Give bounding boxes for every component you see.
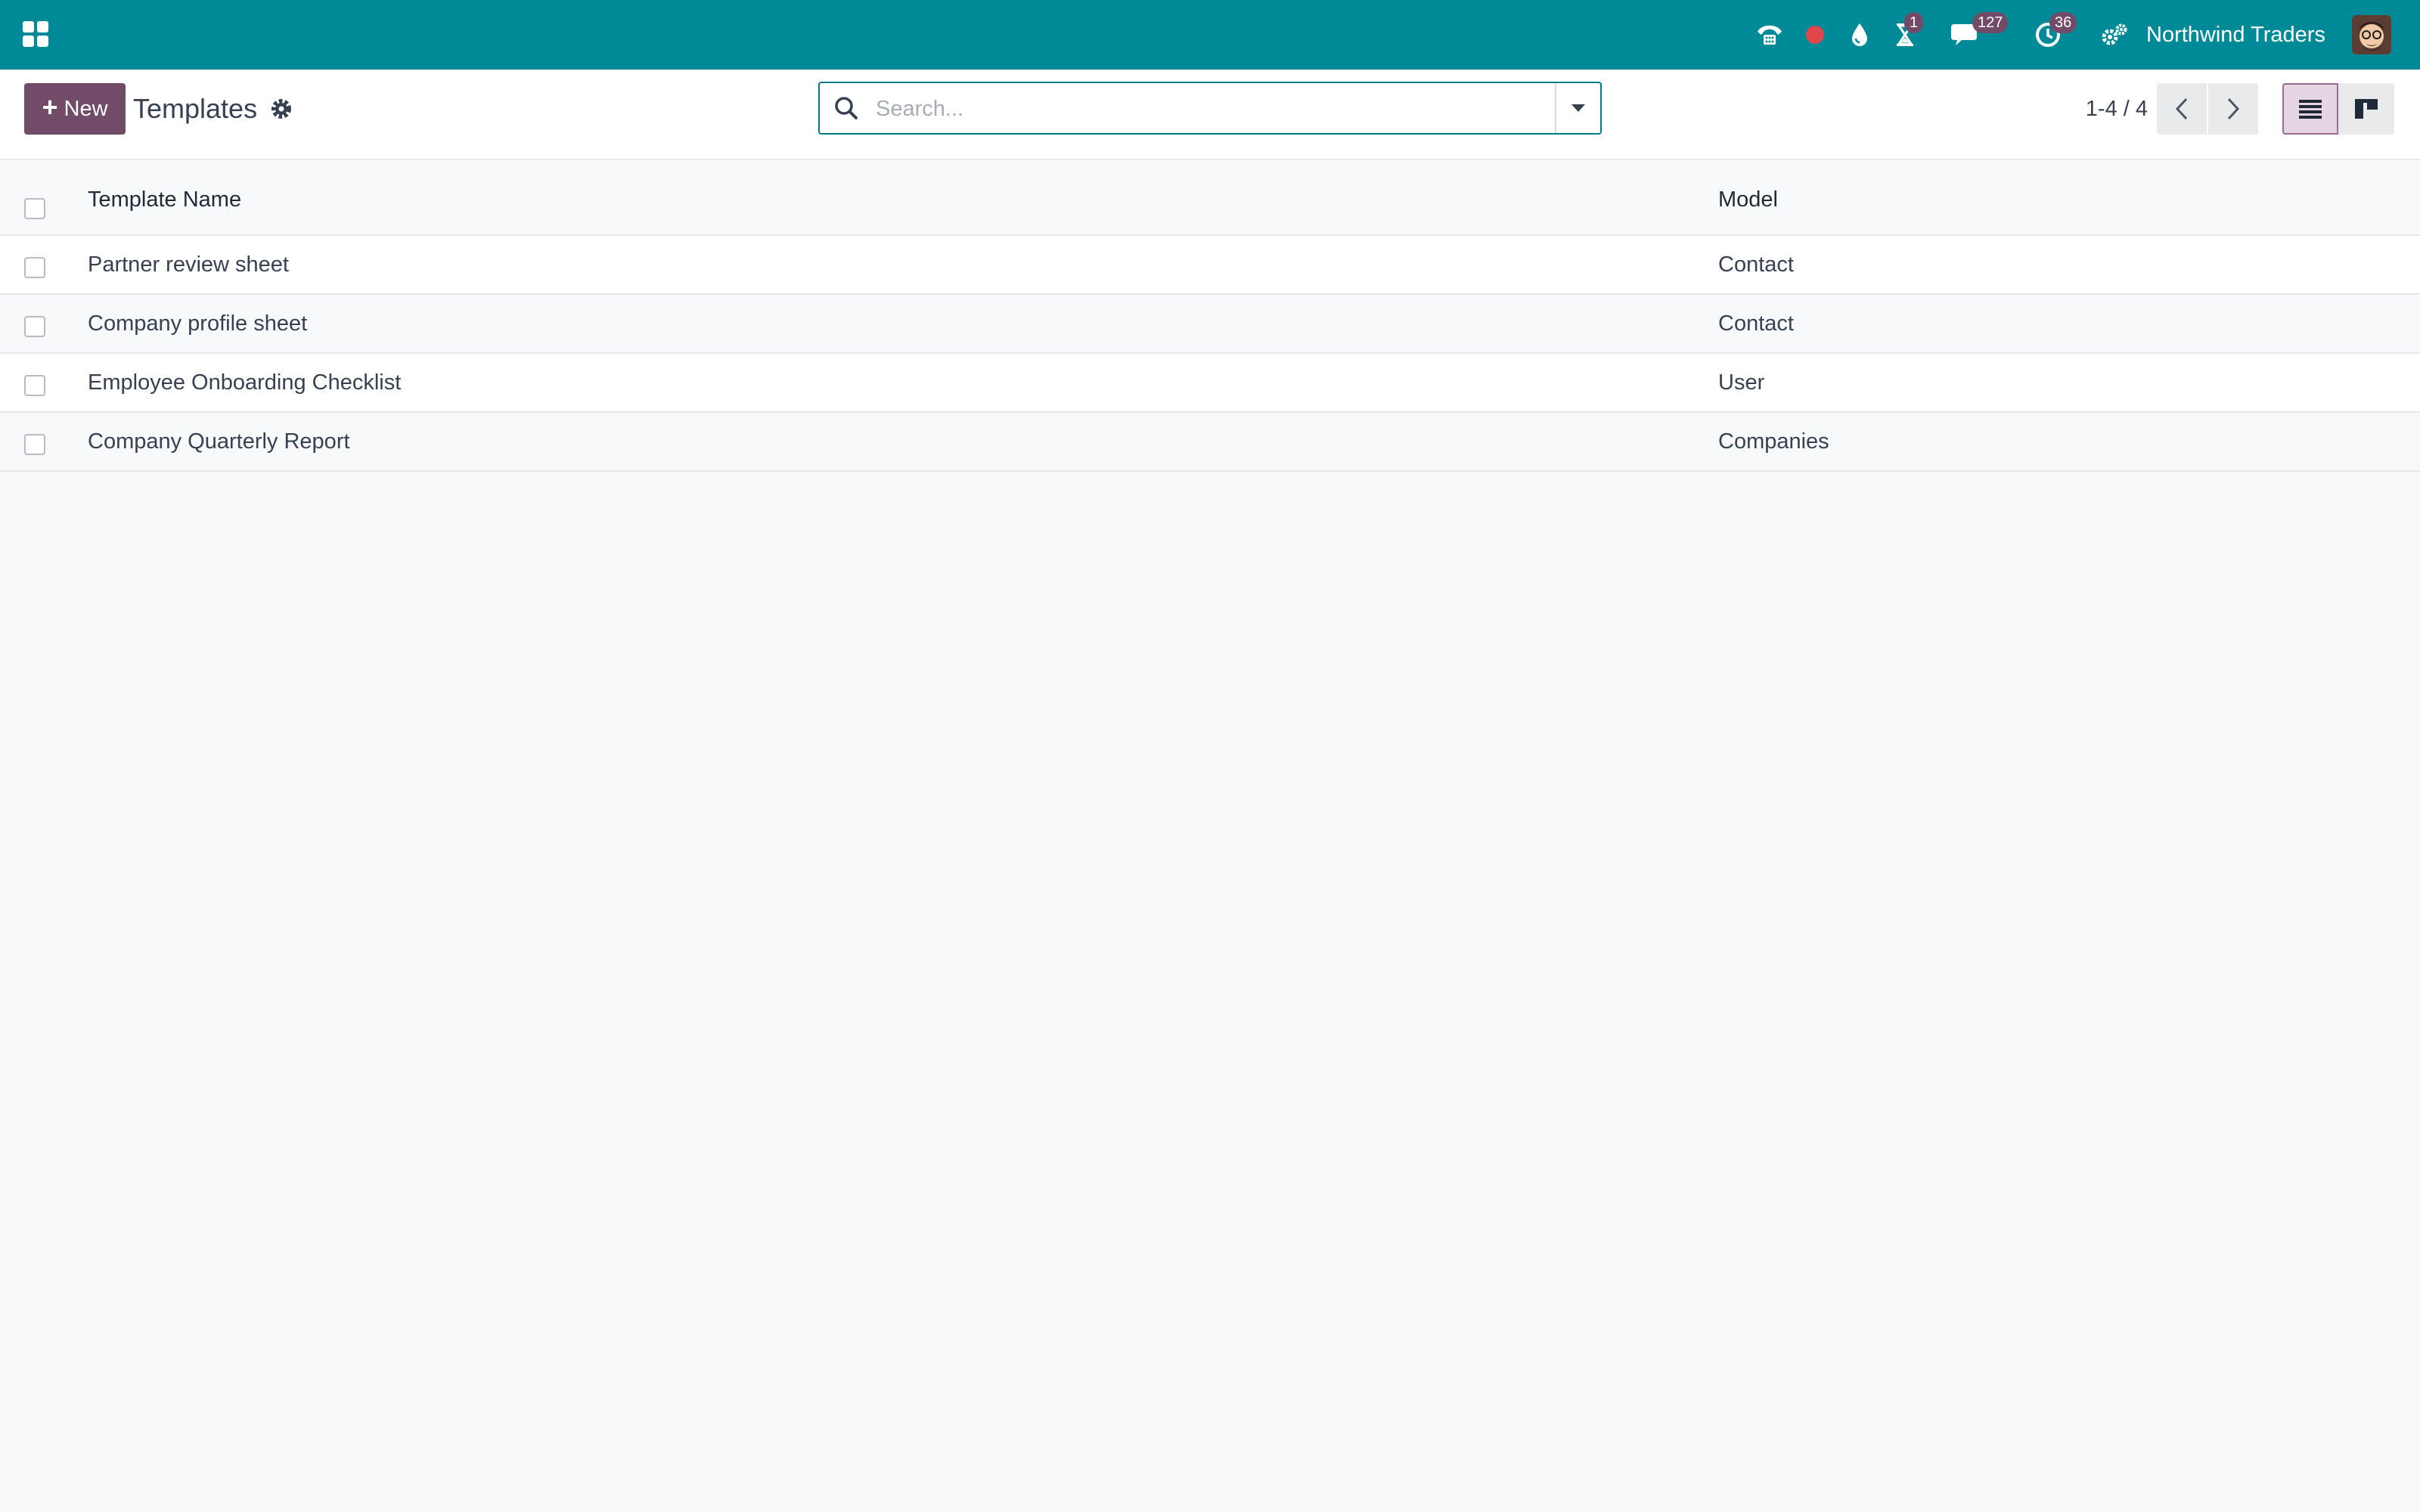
hourglass-icon[interactable]	[1892, 0, 1918, 70]
kanban-view-icon	[2355, 99, 2378, 119]
column-header-model[interactable]: Model	[1718, 187, 1778, 212]
chevron-right-icon	[2227, 98, 2240, 120]
row-checkbox[interactable]	[24, 434, 45, 455]
template-name-cell: Employee Onboarding Checklist	[88, 370, 402, 395]
search-options-toggle[interactable]	[1555, 83, 1600, 133]
user-avatar[interactable]	[2352, 15, 2391, 54]
table-row[interactable]: Partner review sheet Contact	[0, 236, 2420, 295]
column-header-template-name[interactable]: Template Name	[88, 187, 241, 212]
template-name-cell: Partner review sheet	[88, 253, 289, 277]
search-bar	[818, 82, 1602, 135]
control-panel: + New Templates 1-4 / 4	[0, 70, 2420, 160]
search-icon	[833, 95, 859, 121]
settings-cogs-icon[interactable]	[2099, 0, 2130, 70]
row-checkbox[interactable]	[24, 257, 45, 278]
list-view-button[interactable]	[2282, 83, 2338, 135]
new-button[interactable]: + New	[24, 83, 126, 135]
clock-icon[interactable]	[2033, 0, 2063, 70]
row-checkbox[interactable]	[24, 375, 45, 396]
table-header-row: Template Name Model	[0, 160, 2420, 236]
pager-next-button[interactable]	[2208, 83, 2258, 135]
table-row[interactable]: Company profile sheet Contact	[0, 295, 2420, 354]
activity-count-badge: 1	[1904, 12, 1924, 33]
model-cell: Companies	[1718, 429, 1829, 454]
drop-icon[interactable]	[1847, 0, 1872, 70]
chevron-left-icon	[2175, 98, 2188, 120]
model-cell: User	[1718, 370, 1765, 395]
apps-grid-icon[interactable]	[23, 21, 48, 47]
new-button-label: New	[64, 96, 108, 121]
top-navbar: 1 127 36 Northwind Traders	[0, 0, 2420, 70]
company-switcher[interactable]: Northwind Traders	[2146, 0, 2325, 70]
phone-icon[interactable]	[1751, 0, 1788, 70]
chat-icon[interactable]	[1950, 0, 1983, 70]
model-cell: Contact	[1718, 311, 1794, 336]
model-cell: Contact	[1718, 253, 1794, 277]
select-all-checkbox[interactable]	[24, 198, 45, 219]
row-checkbox[interactable]	[24, 316, 45, 337]
template-name-cell: Company Quarterly Report	[88, 429, 350, 454]
pager-value[interactable]: 1-4 / 4	[2072, 91, 2148, 127]
gear-icon[interactable]	[269, 97, 293, 121]
kanban-view-button[interactable]	[2338, 83, 2394, 135]
status-dot-icon[interactable]	[1803, 0, 1827, 70]
caret-down-icon	[1571, 104, 1585, 112]
templates-list: Template Name Model Partner review sheet…	[0, 160, 2420, 472]
list-view-icon	[2299, 100, 2322, 119]
table-row[interactable]: Company Quarterly Report Companies	[0, 413, 2420, 472]
messages-count-badge: 127	[1972, 12, 2009, 33]
timer-count-badge: 36	[2049, 12, 2077, 33]
template-name-cell: Company profile sheet	[88, 311, 308, 336]
search-input[interactable]	[874, 89, 1528, 129]
page-title: Templates	[133, 93, 258, 124]
plus-icon: +	[42, 91, 58, 122]
pager-previous-button[interactable]	[2157, 83, 2207, 135]
table-row[interactable]: Employee Onboarding Checklist User	[0, 354, 2420, 413]
